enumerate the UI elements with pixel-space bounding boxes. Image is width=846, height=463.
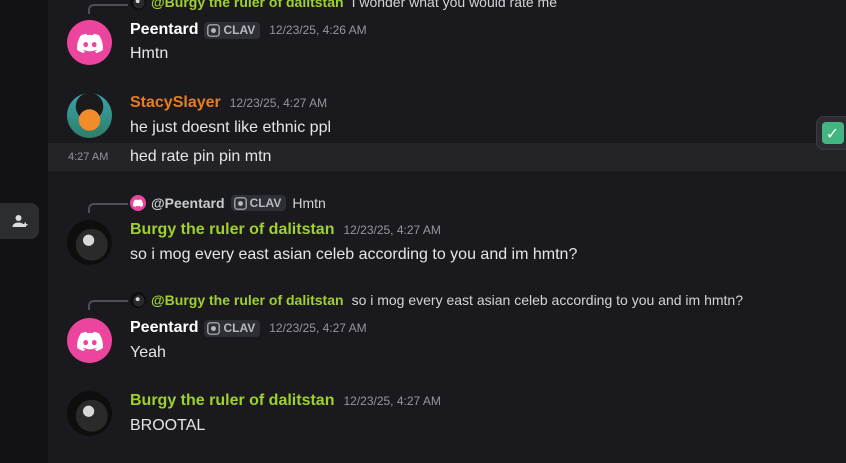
message-content: so i mog every east asian celeb accordin… (130, 246, 578, 263)
avatar[interactable] (67, 391, 112, 436)
message-header: Peentard CLAV 12/23/25, 4:27 AM (130, 318, 367, 338)
timestamp[interactable]: 12/23/25, 4:27 AM (343, 394, 440, 408)
discord-logo-icon (76, 33, 103, 53)
message-content: Hmtn (130, 45, 169, 62)
message-content: he just doesnt like ethnic ppl (130, 119, 332, 136)
message-header: Burgy the ruler of dalitstan 12/23/25, 4… (130, 391, 441, 411)
shield-icon (207, 23, 221, 37)
avatar[interactable] (67, 220, 112, 265)
timestamp[interactable]: 12/23/25, 4:27 AM (269, 321, 366, 335)
server-tag[interactable]: CLAV (204, 21, 261, 39)
avatar[interactable] (67, 93, 112, 138)
reply-author[interactable]: @Peentard (151, 195, 225, 211)
reply-author[interactable]: @Burgy the ruler of dalitstan (151, 0, 344, 10)
reply-preview[interactable]: @Burgy the ruler of dalitstan I wonder w… (130, 0, 557, 11)
reply-avatar (130, 292, 146, 308)
reply-preview[interactable]: @Burgy the ruler of dalitstan so i mog e… (130, 291, 743, 309)
username[interactable]: StacySlayer (130, 94, 221, 112)
message-content: BROOTAL (130, 417, 206, 434)
message-row-hovered[interactable]: 4:27 AM hed rate pin pin mtn (48, 143, 846, 171)
reply-text: so i mog every east asian celeb accordin… (351, 292, 743, 308)
reply-author[interactable]: @Burgy the ruler of dalitstan (151, 292, 344, 308)
reply-spine (88, 203, 128, 213)
timestamp[interactable]: 12/23/25, 4:26 AM (269, 23, 366, 37)
hover-timestamp[interactable]: 4:27 AM (68, 151, 108, 163)
check-mark-icon: ✓ (821, 122, 844, 144)
tag-label: CLAV (223, 321, 256, 335)
chat-area: @Burgy the ruler of dalitstan I wonder w… (48, 0, 846, 463)
reply-text: I wonder what you would rate me (351, 0, 558, 10)
reply-spine (88, 4, 128, 14)
avatar[interactable] (67, 318, 112, 363)
username[interactable]: Peentard (130, 21, 198, 39)
username[interactable]: Peentard (130, 319, 198, 337)
tag-label: CLAV (249, 196, 282, 210)
reply-preview[interactable]: @Peentard CLAV Hmtn (130, 194, 326, 212)
server-tag[interactable]: CLAV (230, 195, 287, 211)
avatar[interactable] (67, 20, 112, 65)
timestamp[interactable]: 12/23/25, 4:27 AM (343, 223, 440, 237)
discord-logo-icon (133, 199, 143, 207)
server-tag[interactable]: CLAV (204, 319, 261, 337)
tag-label: CLAV (223, 23, 256, 37)
timestamp[interactable]: 12/23/25, 4:27 AM (230, 96, 327, 110)
message-header: Burgy the ruler of dalitstan 12/23/25, 4… (130, 220, 441, 240)
message-header: StacySlayer 12/23/25, 4:27 AM (130, 93, 327, 113)
quick-reaction-button[interactable]: ✓ (816, 116, 846, 150)
message-header: Peentard CLAV 12/23/25, 4:26 AM (130, 20, 367, 40)
discord-logo-icon (76, 331, 103, 351)
left-rail (0, 0, 48, 463)
shield-icon (233, 196, 247, 210)
reply-avatar (130, 0, 146, 10)
message-content: Yeah (130, 344, 166, 361)
message-content: hed rate pin pin mtn (130, 148, 272, 165)
add-user-icon (12, 215, 27, 227)
reply-avatar (130, 195, 146, 211)
username[interactable]: Burgy the ruler of dalitstan (130, 221, 334, 239)
add-member-button[interactable] (0, 203, 39, 239)
username[interactable]: Burgy the ruler of dalitstan (130, 392, 334, 410)
shield-icon (207, 321, 221, 335)
reply-text: Hmtn (292, 195, 326, 211)
reply-spine (88, 300, 128, 310)
